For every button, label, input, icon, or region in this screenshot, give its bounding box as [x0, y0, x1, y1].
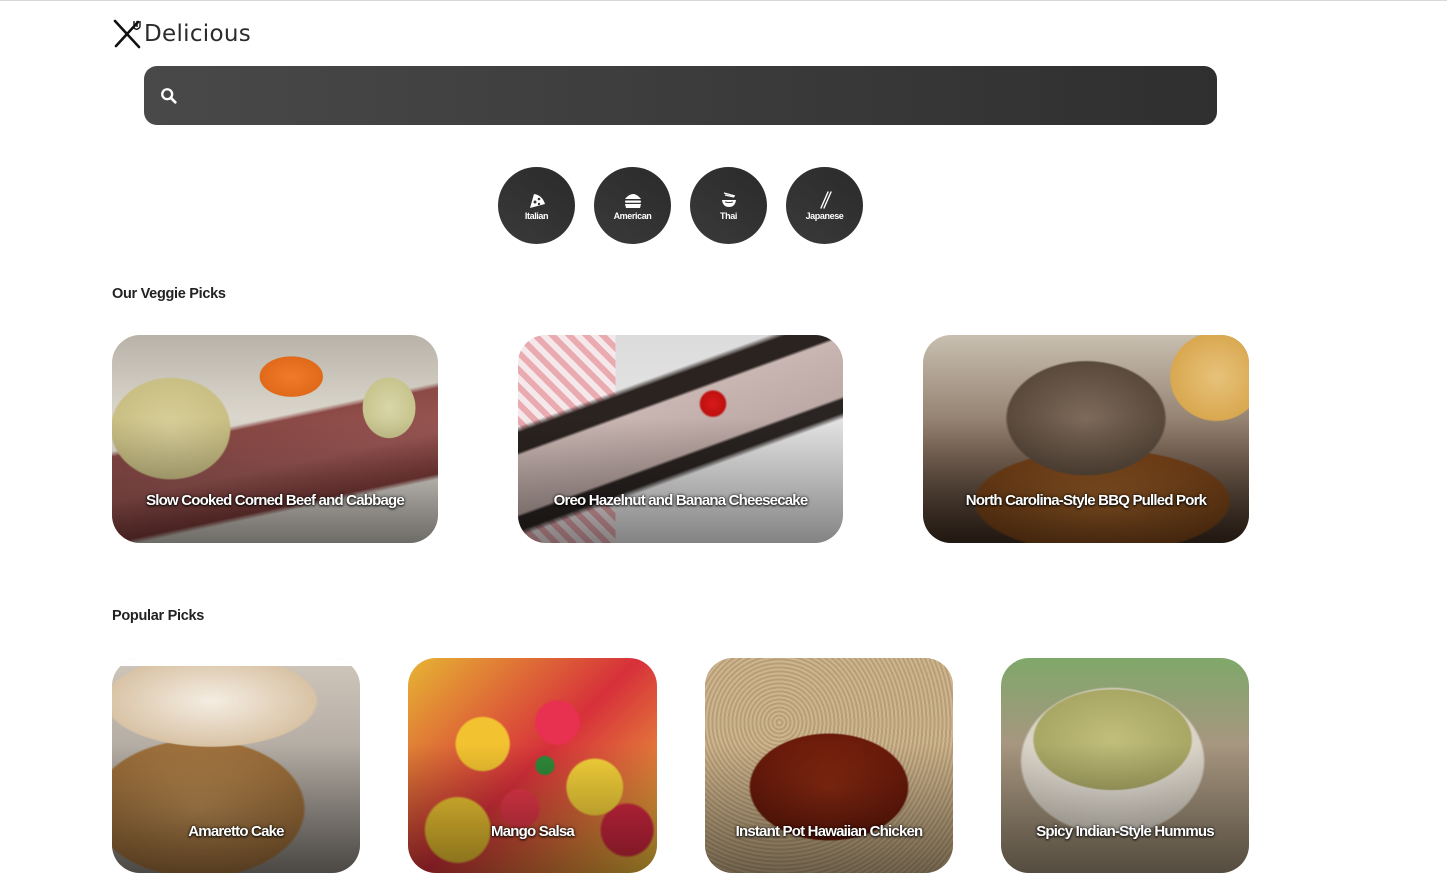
- pizza-icon: [529, 193, 545, 208]
- cuisine-label: American: [613, 210, 652, 221]
- image-overlay: [112, 658, 360, 873]
- brand-logo[interactable]: Delicious: [112, 19, 251, 49]
- cuisine-label: Italian: [524, 210, 549, 221]
- recipe-card[interactable]: North Carolina-Style BBQ Pulled Pork: [923, 335, 1249, 543]
- brand-name: Delicious: [144, 21, 252, 47]
- recipe-card[interactable]: Amaretto Cake: [112, 658, 360, 873]
- recipe-card[interactable]: Slow Cooked Corned Beef and Cabbage: [112, 335, 438, 543]
- search-input[interactable]: [178, 66, 1217, 125]
- image-overlay: [1001, 658, 1249, 873]
- cuisine-italian-button[interactable]: Italian: [498, 167, 575, 244]
- recipe-title: Amaretto Cake: [188, 823, 284, 840]
- recipe-title: Oreo Hazelnut and Banana Cheesecake: [553, 492, 809, 509]
- cuisine-japanese-button[interactable]: Japanese: [786, 167, 863, 244]
- recipe-card[interactable]: Oreo Hazelnut and Banana Cheesecake: [518, 335, 843, 543]
- recipe-card[interactable]: Mango Salsa: [408, 658, 657, 873]
- recipe-title: North Carolina-Style BBQ Pulled Pork: [965, 492, 1207, 509]
- recipe-title: Instant Pot Hawaiian Chicken: [735, 823, 924, 840]
- search-icon[interactable]: [160, 87, 178, 105]
- chopsticks-icon: [819, 190, 832, 209]
- noodle-bowl-icon: [721, 191, 736, 207]
- recipe-title: Mango Salsa: [491, 823, 575, 840]
- cuisine-american-button[interactable]: American: [594, 167, 671, 244]
- burger-icon: [624, 193, 641, 208]
- recipe-card[interactable]: Instant Pot Hawaiian Chicken: [705, 658, 953, 873]
- cuisine-thai-button[interactable]: Thai: [690, 167, 767, 244]
- popular-section-title: Popular Picks: [112, 608, 204, 624]
- search-bar[interactable]: [144, 66, 1217, 125]
- recipe-title: Spicy Indian-Style Hummus: [1036, 823, 1214, 840]
- cuisine-nav: Italian American Thai Japanese: [498, 167, 863, 244]
- cuisine-label: Japanese: [805, 210, 844, 221]
- image-overlay: [112, 335, 438, 543]
- image-overlay: [518, 335, 843, 543]
- fork-knife-icon: [113, 19, 141, 49]
- image-overlay: [705, 658, 953, 873]
- recipe-card[interactable]: Spicy Indian-Style Hummus: [1001, 658, 1249, 873]
- image-overlay: [408, 658, 657, 873]
- veggie-section-title: Our Veggie Picks: [112, 286, 226, 302]
- cuisine-label: Thai: [720, 210, 737, 221]
- image-overlay: [923, 335, 1249, 543]
- recipe-title: Slow Cooked Corned Beef and Cabbage: [146, 492, 405, 509]
